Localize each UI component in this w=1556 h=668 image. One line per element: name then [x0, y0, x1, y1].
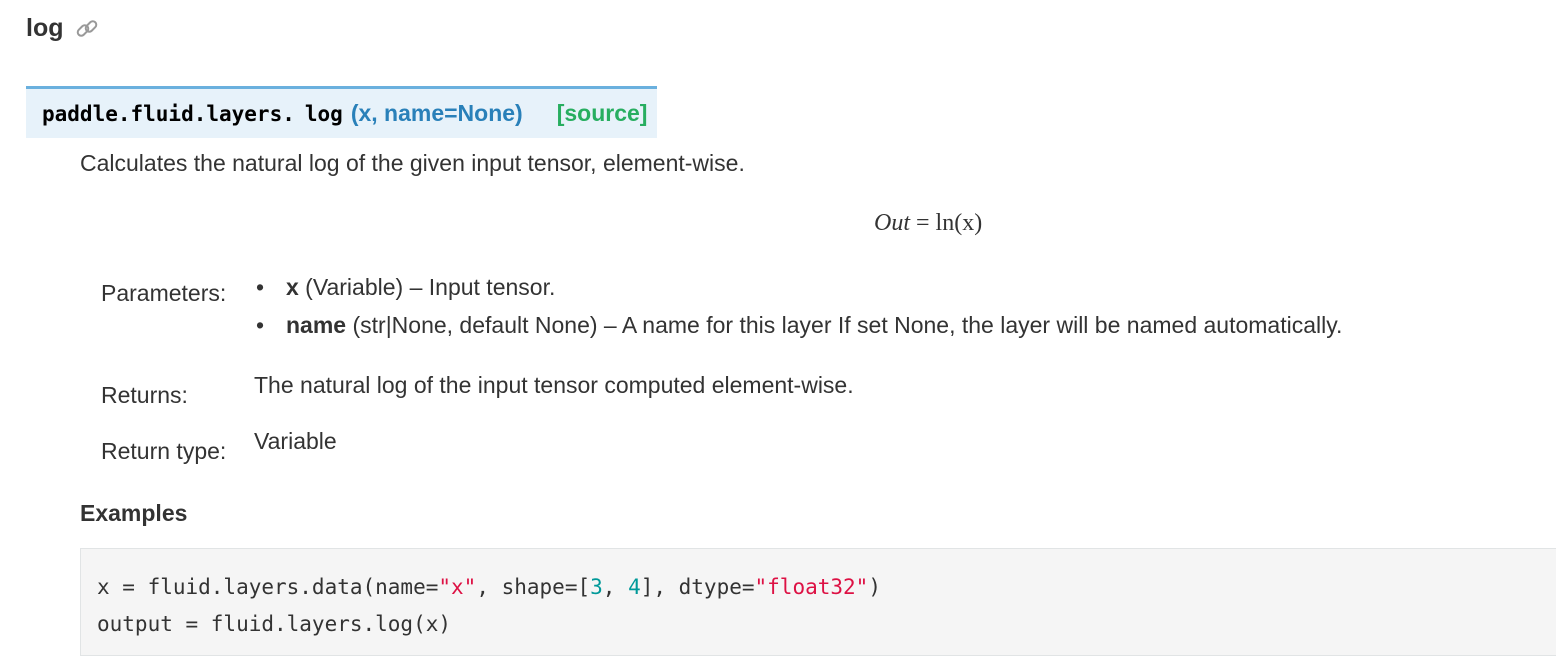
page-title: log [26, 14, 64, 42]
formula: Out = ln(x) [874, 210, 982, 237]
code-token: 4 [628, 575, 641, 599]
parameters-list: • x (Variable) – Input tensor. • name (s… [254, 274, 1342, 350]
bullet-icon: • [256, 274, 265, 300]
signature-params: (x, name=None) [350, 100, 523, 126]
examples-heading: Examples [80, 500, 188, 526]
formula-rhs: ln(x) [935, 210, 983, 236]
code-line: output = fluid.layers.log(x) [97, 606, 1540, 643]
code-token: ], dtype= [640, 575, 755, 599]
formula-equals: = [910, 210, 936, 236]
return-type-value: Variable [254, 428, 337, 454]
bullet-icon: • [256, 312, 265, 338]
parameters-label: Parameters: [101, 280, 227, 306]
code-token: ) [868, 575, 881, 599]
returns-label: Returns: [101, 382, 188, 408]
param-detail: (Variable) – Input tensor. [298, 274, 556, 300]
function-signature: paddle.fluid.layers. log (x, name=None) … [26, 86, 658, 138]
code-token: , shape=[ [476, 575, 591, 599]
code-block[interactable]: x = fluid.layers.data(name="x", shape=[3… [80, 548, 1556, 656]
code-token: , [602, 575, 629, 599]
section-heading: log [26, 14, 100, 43]
returns-value: The natural log of the input tensor comp… [254, 372, 854, 398]
list-item: • name (str|None, default None) – A name… [254, 312, 1342, 350]
source-link[interactable]: [source] [557, 100, 648, 127]
list-item: • x (Variable) – Input tensor. [254, 274, 1342, 312]
code-token: 3 [590, 575, 603, 599]
param-name: name [286, 312, 347, 338]
code-token: "float32" [754, 575, 869, 599]
param-detail: (str|None, default None) – A name for th… [346, 312, 1343, 338]
code-token: "x" [438, 575, 477, 599]
param-name: x [286, 274, 299, 300]
signature-function-name: log [304, 101, 343, 126]
code-token: output = fluid.layers.log(x) [97, 612, 452, 636]
signature-module-prefix: paddle.fluid.layers. [42, 101, 295, 126]
return-type-label: Return type: [101, 438, 227, 464]
formula-lhs: Out [874, 210, 910, 236]
code-token: x = fluid.layers.data(name= [97, 575, 439, 599]
link-icon[interactable] [74, 16, 100, 42]
code-line: x = fluid.layers.data(name="x", shape=[3… [97, 569, 1540, 606]
function-description: Calculates the natural log of the given … [80, 150, 745, 176]
